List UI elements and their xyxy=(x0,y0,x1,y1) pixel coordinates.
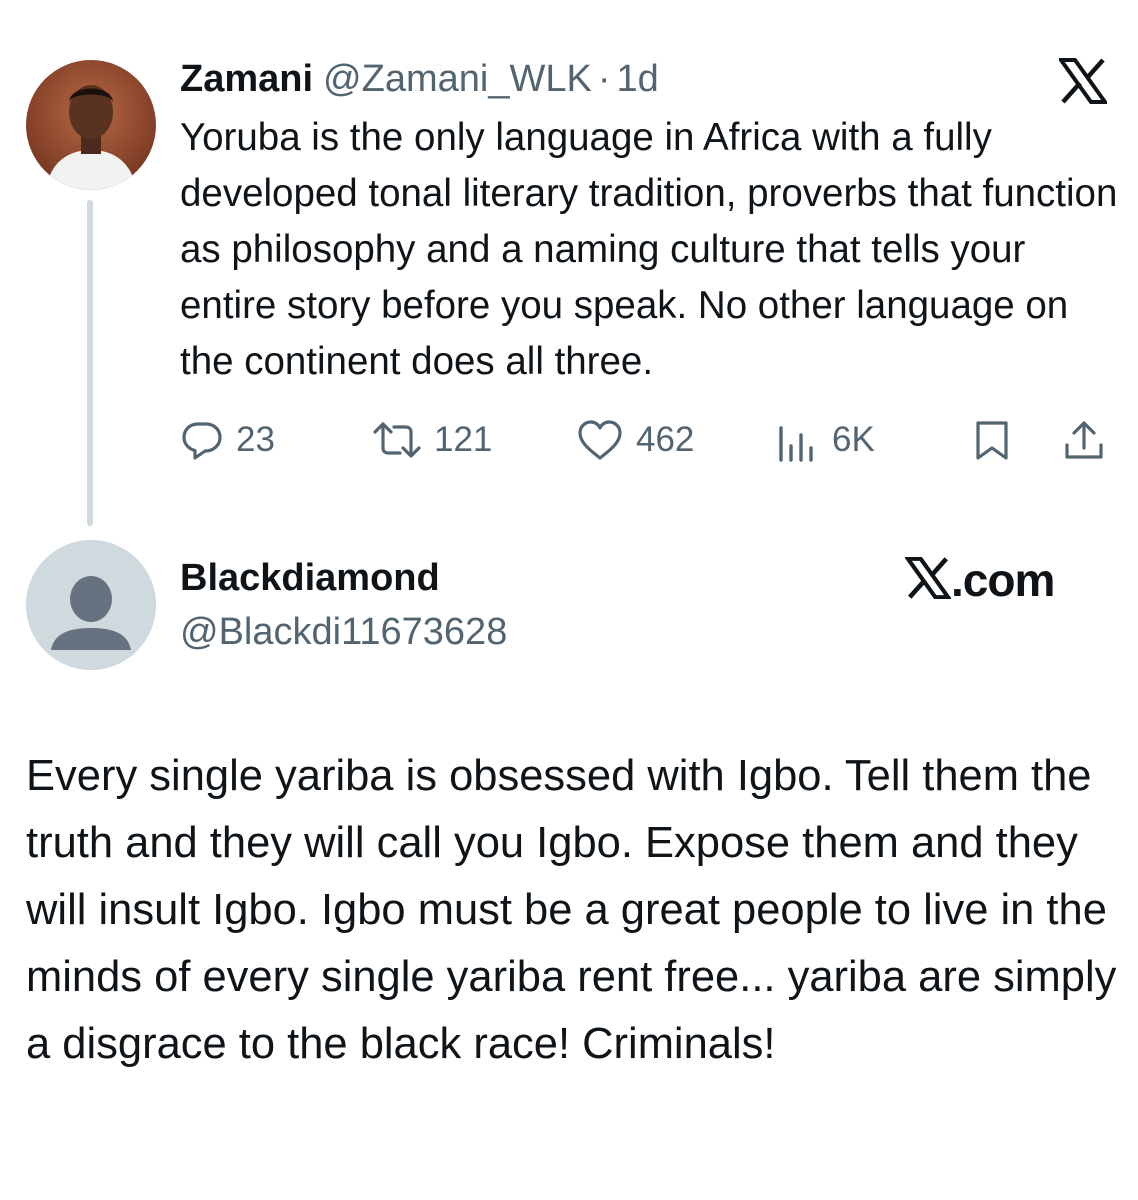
analytics-icon xyxy=(776,418,820,462)
profile-photo xyxy=(26,60,156,190)
reply-count: 23 xyxy=(236,420,275,459)
like-button[interactable]: 462 xyxy=(576,412,694,468)
user-silhouette-icon xyxy=(26,540,156,670)
author-handle[interactable]: @Zamani_WLK xyxy=(323,56,592,102)
repost-icon xyxy=(372,418,422,462)
avatar[interactable] xyxy=(26,60,156,190)
thread-line xyxy=(87,200,93,526)
reply-button[interactable]: 23 xyxy=(180,412,275,468)
default-avatar[interactable] xyxy=(26,540,156,670)
share-button[interactable] xyxy=(1062,412,1106,468)
post-actions: 23 121 462 6K xyxy=(180,412,1108,468)
like-count: 462 xyxy=(636,420,695,459)
x-logo-icon xyxy=(1057,58,1109,104)
reply-text: Every single yariba is obsessed with Igb… xyxy=(26,752,1117,1068)
share-icon xyxy=(1062,418,1106,462)
reply-icon xyxy=(180,418,224,462)
reply-author-name[interactable]: Blackdiamond xyxy=(180,553,440,603)
repost-count: 121 xyxy=(434,420,493,459)
author-name[interactable]: Zamani xyxy=(180,56,313,102)
post-time[interactable]: 1d xyxy=(616,56,658,102)
views-button[interactable]: 6K xyxy=(776,412,875,468)
bookmark-button[interactable] xyxy=(972,412,1012,468)
views-count: 6K xyxy=(832,420,875,459)
bookmark-icon xyxy=(972,418,1012,462)
site-label: .com xyxy=(951,554,1055,606)
post-text: Yoruba is the only language in Africa wi… xyxy=(180,116,1118,383)
x-logo-icon xyxy=(903,556,953,604)
x-com-watermark: .com xyxy=(903,552,1055,608)
separator: · xyxy=(597,58,611,100)
post-header: Zamani @Zamani_WLK · 1d xyxy=(180,56,659,102)
reply-author-handle[interactable]: @Blackdi11673628 xyxy=(180,607,507,657)
repost-button[interactable]: 121 xyxy=(372,412,492,468)
heart-icon xyxy=(576,418,624,462)
